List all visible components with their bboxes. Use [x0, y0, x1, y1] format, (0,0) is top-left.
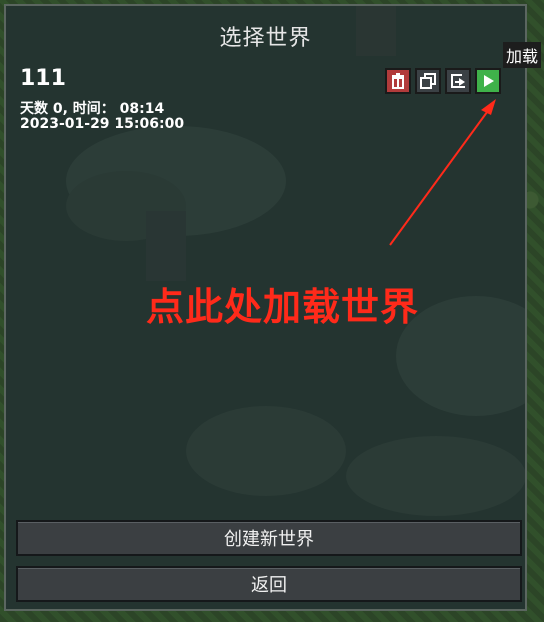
- play-world-button[interactable]: [475, 68, 501, 94]
- trash-icon: [392, 73, 404, 89]
- annotation-label: 点此处加载世界: [146, 285, 420, 329]
- select-world-dialog: 选择世界 111 天数 0, 时间： 08:14 2023-01-29 15:0…: [4, 4, 527, 611]
- export-world-button[interactable]: [445, 68, 471, 94]
- delete-world-button[interactable]: [385, 68, 411, 94]
- dialog-title: 选择世界: [219, 26, 312, 51]
- world-action-icons: [385, 68, 501, 94]
- play-tooltip: 加载: [503, 42, 542, 68]
- copy-icon: [420, 73, 436, 89]
- world-name: 111: [20, 66, 66, 91]
- play-icon: [484, 75, 494, 87]
- world-days-time: 天数 0, 时间： 08:14: [20, 101, 165, 117]
- create-new-world-button[interactable]: 创建新世界: [16, 520, 522, 556]
- world-timestamp: 2023-01-29 15:06:00: [20, 116, 185, 132]
- copy-world-button[interactable]: [415, 68, 441, 94]
- back-button[interactable]: 返回: [16, 566, 522, 602]
- export-icon: [451, 74, 465, 88]
